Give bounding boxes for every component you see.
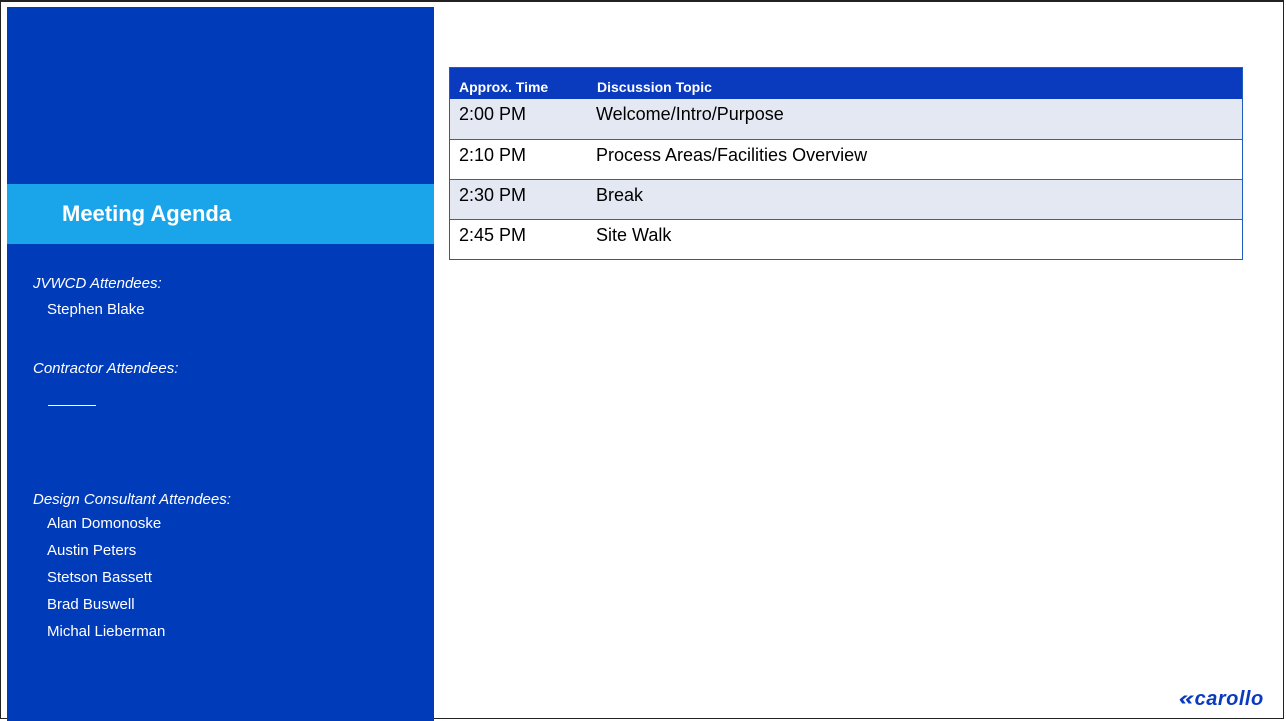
attendee-name: Michal Lieberman — [47, 623, 166, 640]
slide-title: Meeting Agenda — [62, 201, 232, 226]
logo-swoosh-icon: « — [1178, 688, 1195, 710]
agenda-topic: Process Areas/Facilities Overview — [596, 145, 868, 165]
agenda-row: 2:10 PM Process Areas/Facilities Overvie… — [450, 139, 1242, 179]
agenda-time: 2:30 PM — [459, 185, 527, 205]
agenda-time: 2:45 PM — [459, 225, 527, 245]
agenda-table: Approx. Time Discussion Topic 2:00 PM We… — [449, 67, 1243, 260]
agenda-row: 2:00 PM Welcome/Intro/Purpose — [450, 99, 1242, 139]
consultant-attendees-label: Design Consultant Attendees: — [33, 491, 231, 508]
attendee-name: Stetson Bassett — [47, 569, 153, 586]
agenda-topic: Welcome/Intro/Purpose — [596, 104, 784, 124]
time-column-header: Approx. Time — [459, 79, 549, 95]
topic-column-header: Discussion Topic — [597, 79, 712, 95]
agenda-time: 2:10 PM — [459, 145, 527, 165]
attendees-sidebar: Meeting Agenda JVWCD Attendees: Stephen … — [7, 7, 434, 721]
attendee-name: Austin Peters — [47, 542, 137, 559]
jvwcd-attendees-label: JVWCD Attendees: — [33, 275, 162, 292]
attendee-name: Stephen Blake — [47, 301, 145, 318]
agenda-row: 2:30 PM Break — [450, 179, 1242, 219]
title-banner: Meeting Agenda — [7, 184, 434, 244]
attendee-name: Brad Buswell — [47, 596, 135, 613]
agenda-topic: Site Walk — [596, 225, 672, 245]
agenda-row: 2:45 PM Site Walk — [450, 219, 1242, 259]
logo-text: carollo — [1194, 688, 1264, 710]
contractor-attendees-label: Contractor Attendees: — [33, 360, 179, 377]
attendee-name: Alan Domonoske — [47, 515, 162, 532]
agenda-topic: Break — [596, 185, 644, 205]
carollo-logo: «carollo — [1178, 688, 1264, 711]
agenda-time: 2:00 PM — [459, 104, 527, 124]
contractor-placeholder-line — [48, 405, 96, 406]
agenda-header-row: Approx. Time Discussion Topic — [450, 68, 1242, 99]
